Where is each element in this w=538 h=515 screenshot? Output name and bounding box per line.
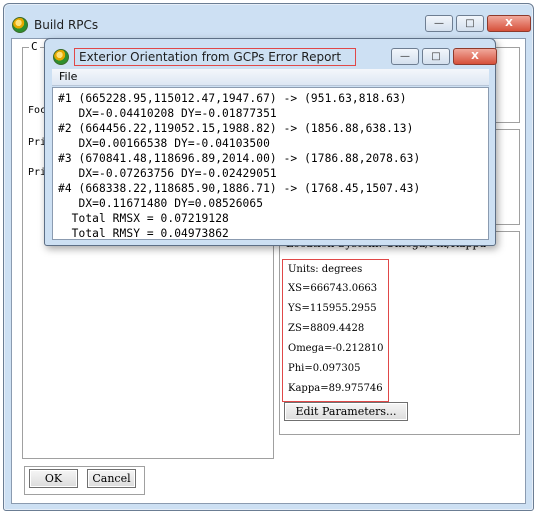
maximize-icon: □ xyxy=(431,51,441,62)
zs-value: ZS=8809.4428 xyxy=(288,323,365,334)
report-line: #1 (665228.95,115012.47,1947.67) -> (951… xyxy=(58,92,407,105)
xs-value: XS=666743.0663 xyxy=(288,283,378,294)
error-report-title: Exterior Orientation from GCPs Error Rep… xyxy=(74,48,357,66)
report-line: #2 (664456.22,119052.15,1988.82) -> (185… xyxy=(58,122,414,135)
report-line: DX=0.00166538 DY=-0.04103500 xyxy=(58,137,270,150)
minimize-button[interactable]: — xyxy=(391,48,419,65)
build-rpcs-caption-buttons: — □ X xyxy=(425,15,531,32)
maximize-button[interactable]: □ xyxy=(422,48,450,65)
close-icon: X xyxy=(471,51,479,62)
orientation-parameters-box: Units: degrees XS=666743.0663 YS=115955.… xyxy=(282,259,389,402)
build-rpcs-title: Build RPCs xyxy=(34,18,99,32)
ok-button[interactable]: OK xyxy=(29,469,78,488)
minimize-icon: — xyxy=(400,51,410,62)
menu-bar: File xyxy=(52,69,489,86)
camera-groupbox-label: C xyxy=(29,40,40,53)
close-button[interactable]: X xyxy=(453,48,497,65)
units-value: Units: degrees xyxy=(288,264,363,275)
report-line: #4 (668338.22,118685.90,1886.71) -> (176… xyxy=(58,182,421,195)
total-rmsy: Total RMSY = 0.04973862 xyxy=(58,227,229,240)
report-line: DX=-0.04410208 DY=-0.01877351 xyxy=(58,107,277,120)
total-rmsx: Total RMSX = 0.07219128 xyxy=(58,212,229,225)
report-line: DX=0.11671480 DY=0.08526065 xyxy=(58,197,264,210)
minimize-icon: — xyxy=(434,18,444,29)
app-globe-icon xyxy=(12,17,28,33)
cancel-button[interactable]: Cancel xyxy=(87,469,136,488)
report-line: #3 (670841.48,118696.89,2014.00) -> (178… xyxy=(58,152,421,165)
report-line: DX=-0.07263756 DY=-0.02429051 xyxy=(58,167,277,180)
error-report-caption-buttons: — □ X xyxy=(391,48,497,65)
build-rpcs-titlebar: Build RPCs xyxy=(12,14,98,36)
error-report-window: Exterior Orientation from GCPs Error Rep… xyxy=(44,38,497,246)
ys-value: YS=115955.2955 xyxy=(288,303,377,314)
minimize-button[interactable]: — xyxy=(425,15,453,32)
app-globe-icon xyxy=(53,49,69,65)
kappa-value: Kappa=89.975746 xyxy=(288,383,383,394)
phi-value: Phi=0.097305 xyxy=(288,363,361,374)
maximize-icon: □ xyxy=(465,18,475,29)
edit-parameters-button[interactable]: Edit Parameters... xyxy=(284,402,408,421)
error-report-text-area[interactable]: #1 (665228.95,115012.47,1947.67) -> (951… xyxy=(52,87,489,240)
menu-file[interactable]: File xyxy=(59,70,77,83)
omega-value: Omega=-0.212810 xyxy=(288,343,384,354)
close-button[interactable]: X xyxy=(487,15,531,32)
maximize-button[interactable]: □ xyxy=(456,15,484,32)
close-icon: X xyxy=(505,18,513,29)
error-report-titlebar: Exterior Orientation from GCPs Error Rep… xyxy=(53,47,357,67)
